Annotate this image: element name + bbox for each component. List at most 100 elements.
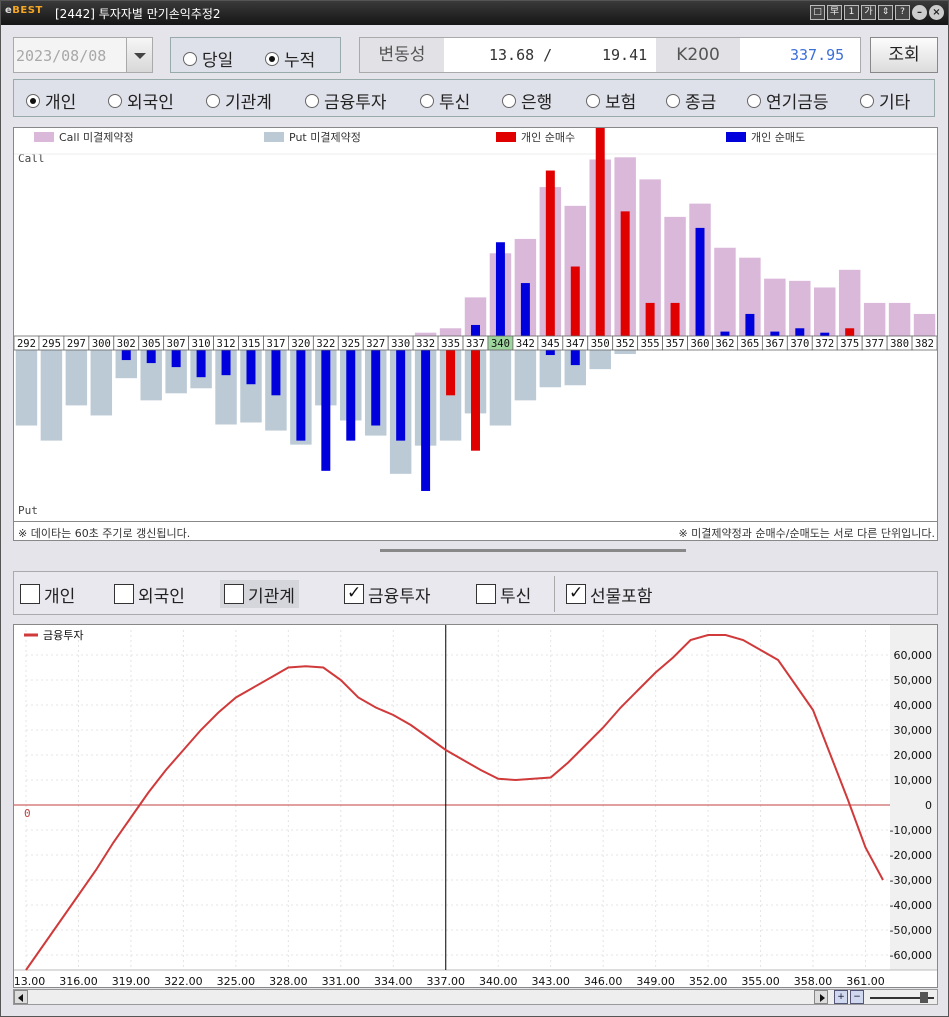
link-group-button[interactable]: 1 xyxy=(844,5,859,20)
strike-label: 315 xyxy=(242,338,261,350)
mode-cumulative-radio[interactable]: 누적 xyxy=(265,46,315,71)
mode-daily-radio[interactable]: 당일 xyxy=(183,46,233,71)
call-oi-bar xyxy=(863,302,886,336)
net-sell-bar xyxy=(745,313,755,336)
strike-label: 327 xyxy=(366,338,385,350)
x-tick-label: 331.00 xyxy=(322,975,361,987)
strike-label: 312 xyxy=(217,338,236,350)
investor-radio-3[interactable]: 금융투자 xyxy=(305,88,387,113)
pnl-series-line xyxy=(25,634,884,971)
investor-radio-7[interactable]: 종금 xyxy=(666,88,716,113)
pnl-plot: 60,000 50,000 40,000 30,000 20,000 10,000 0 -10… xyxy=(14,625,937,987)
investor-radio-6[interactable]: 보험 xyxy=(586,88,636,113)
investor-checkbox-2[interactable]: 기관계 xyxy=(220,580,299,608)
investor-radio-1[interactable]: 외국인 xyxy=(108,88,174,113)
strike-label: 345 xyxy=(541,338,560,350)
net-sell-bar xyxy=(171,350,181,368)
checkbox-icon xyxy=(476,584,496,604)
y-tick-label: -40,000 xyxy=(890,899,932,912)
investor-radio-9[interactable]: 기타 xyxy=(860,88,910,113)
investor-radio-label: 외국인 xyxy=(127,93,174,113)
x-tick-label: 355.00 xyxy=(741,975,780,987)
net-buy-bar xyxy=(545,170,555,336)
net-buy-bar xyxy=(645,302,655,336)
put-volatility-value: 19.41 xyxy=(602,46,648,64)
mode-radio-group: 당일 누적 xyxy=(170,37,341,73)
strike-label: 372 xyxy=(815,338,834,350)
legend-series-label: 금융투자 xyxy=(43,629,83,642)
net-sell-bar xyxy=(121,350,131,361)
net-sell-bar xyxy=(495,242,505,336)
k200-label: K200 xyxy=(656,38,740,72)
pin-button[interactable]: 早 xyxy=(827,5,842,20)
chevron-down-icon[interactable] xyxy=(126,38,152,72)
investor-radio-0[interactable]: 개인 xyxy=(26,88,76,113)
investor-radio-5[interactable]: 은행 xyxy=(502,88,552,113)
net-sell-bar xyxy=(271,350,281,396)
net-sell-bar xyxy=(246,350,256,385)
radio-icon xyxy=(206,93,220,108)
investor-checkbox-3[interactable]: 금융투자 xyxy=(344,580,431,608)
strike-label: 307 xyxy=(167,338,186,350)
strike-label: 350 xyxy=(591,338,610,350)
investor-radio-4[interactable]: 투신 xyxy=(420,88,470,113)
radio-icon xyxy=(747,93,761,108)
x-tick-label: 352.00 xyxy=(689,975,728,987)
x-tick-label: 319.00 xyxy=(112,975,151,987)
y-tick-label: 30,000 xyxy=(894,724,933,737)
strike-label: 382 xyxy=(915,338,934,350)
font-size-button[interactable]: 가 xyxy=(861,5,876,20)
strike-label: 362 xyxy=(715,338,734,350)
strike-label: 332 xyxy=(416,338,435,350)
investor-radio-2[interactable]: 기관계 xyxy=(206,88,272,113)
net-sell-bar xyxy=(520,283,530,336)
net-sell-bar xyxy=(371,350,381,426)
net-sell-bar xyxy=(770,331,780,336)
investor-checkbox-row: 개인 외국인 기관계 금융투자 투신 선물포함 xyxy=(13,571,938,615)
investor-checkbox-4[interactable]: 투신 xyxy=(476,580,531,608)
zoom-in-icon[interactable]: + xyxy=(834,990,848,1004)
minimize-button[interactable]: – xyxy=(912,5,927,20)
investor-checkbox-0[interactable]: 개인 xyxy=(20,580,75,608)
radio-icon xyxy=(420,93,434,108)
zoom-out-icon[interactable]: − xyxy=(850,990,864,1004)
close-button[interactable]: × xyxy=(929,5,944,20)
investor-checkbox-1[interactable]: 외국인 xyxy=(114,580,185,608)
x-tick-label: 343.00 xyxy=(531,975,570,987)
checkbox-label: 기관계 xyxy=(248,586,295,607)
panel-splitter[interactable] xyxy=(380,549,686,552)
x-tick-label: 325.00 xyxy=(217,975,256,987)
net-buy-bar xyxy=(595,128,605,336)
x-tick-label: 322.00 xyxy=(164,975,203,987)
checkbox-checked-icon xyxy=(566,583,586,604)
net-sell-bar xyxy=(346,350,356,441)
date-value[interactable]: 2023/08/08 xyxy=(16,47,106,65)
strike-label: 360 xyxy=(691,338,710,350)
net-sell-bar xyxy=(221,350,231,376)
mode-cumulative-label: 누적 xyxy=(284,51,316,71)
strike-label: 370 xyxy=(790,338,809,350)
scroll-left-icon[interactable] xyxy=(14,990,28,1004)
checkbox-separator xyxy=(554,576,555,612)
restore-window-button[interactable]: □ xyxy=(810,5,825,20)
scroll-right-icon[interactable] xyxy=(814,990,828,1004)
net-buy-bar xyxy=(620,211,630,336)
put-oi-bar xyxy=(614,350,636,355)
chart-scrollbar[interactable]: + − xyxy=(13,989,938,1005)
x-tick-label: 361.00 xyxy=(846,975,885,987)
move-button[interactable]: ⇕ xyxy=(878,5,893,20)
investor-radio-8[interactable]: 연기금등 xyxy=(747,88,829,113)
net-sell-bar xyxy=(545,350,555,356)
zoom-slider-thumb[interactable] xyxy=(920,992,928,1003)
help-button[interactable]: ? xyxy=(895,5,910,20)
net-sell-bar xyxy=(396,350,406,441)
put-oi-bar xyxy=(90,350,113,416)
net-buy-bar xyxy=(845,328,855,336)
net-sell-bar xyxy=(820,332,830,336)
date-picker[interactable]: 2023/08/08 xyxy=(13,37,153,73)
futures-include-checkbox[interactable]: 선물포함 xyxy=(566,580,653,608)
call-oi-bar xyxy=(838,269,861,336)
volatility-panel: 변동성 13.68 / 19.41 K200 337.95 xyxy=(359,37,861,73)
units-footnote: ※ 미결제약정과 순매수/순매도는 서로 다른 단위입니다. xyxy=(678,527,935,540)
query-button[interactable]: 조회 xyxy=(870,37,938,73)
